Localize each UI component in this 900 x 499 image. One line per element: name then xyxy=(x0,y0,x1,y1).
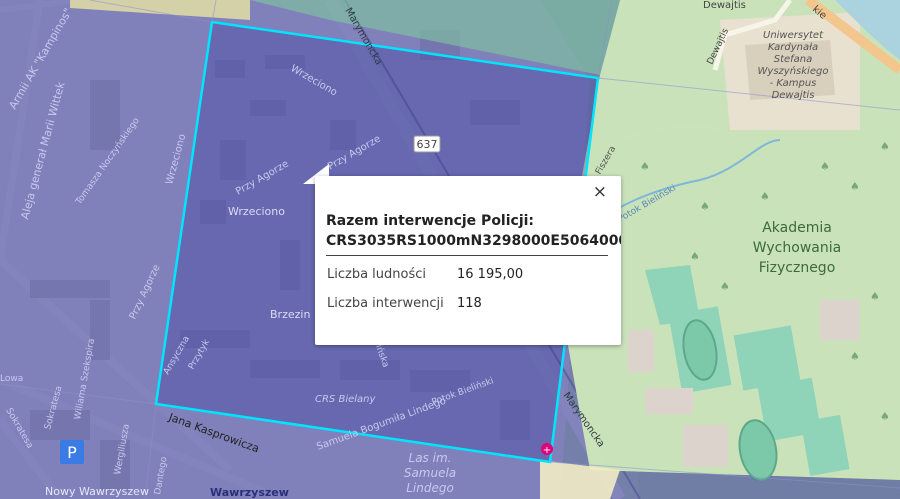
svg-text:♠: ♠ xyxy=(820,160,830,173)
label-las-1: Las im. xyxy=(409,451,452,465)
popup-divider xyxy=(326,255,608,256)
svg-text:♠: ♠ xyxy=(850,350,860,363)
popup-title-line1: Razem interwencje Policji: xyxy=(326,213,535,229)
svg-text:♠: ♠ xyxy=(760,190,770,203)
label-univ-3: Stefana xyxy=(774,54,813,65)
label-las-3: Lindego xyxy=(406,481,454,495)
popup-row-label: Liczba interwencji xyxy=(327,296,444,311)
label-brzezin: Brzezin xyxy=(270,308,310,321)
popup-row-value: 118 xyxy=(457,296,482,311)
hospital-marker-cross: + xyxy=(543,445,551,456)
close-icon[interactable]: × xyxy=(593,182,607,202)
label-awf-2: Wychowania xyxy=(753,240,841,256)
label-las-2: Samuela xyxy=(404,466,456,480)
label-dewajtis-1: Dewajtis xyxy=(703,0,746,11)
label-awf-1: Akademia xyxy=(762,220,832,236)
label-lowa: Lowa xyxy=(0,374,23,384)
popup-title: Razem interwencje Policji: CRS3035RS1000… xyxy=(326,211,621,251)
svg-text:♠: ♠ xyxy=(700,200,710,213)
popup-title-line2: CRS3035RS1000mN3298000E5064000 xyxy=(326,233,621,249)
route-637-label: 637 xyxy=(417,138,438,151)
svg-text:♠: ♠ xyxy=(870,290,880,303)
label-univ-1: Uniwersytet xyxy=(763,30,824,41)
parking-label: P xyxy=(67,443,77,462)
popup-row-population: Liczba ludności 16 195,00 xyxy=(327,267,523,282)
svg-text:♠: ♠ xyxy=(850,180,860,193)
label-wrzeciono-center: Wrzeciono xyxy=(228,205,285,218)
svg-text:♠: ♠ xyxy=(880,140,890,153)
label-univ-5: - Kampus xyxy=(770,78,817,89)
label-crs-bielany: CRS Bielany xyxy=(315,394,376,405)
label-univ-6: Dewajtis xyxy=(772,90,815,101)
label-univ-4: Wyszyńskiego xyxy=(758,65,829,77)
popup-row-value: 16 195,00 xyxy=(457,267,524,282)
popup-row-label: Liczba ludności xyxy=(327,267,427,282)
label-univ-2: Kardynała xyxy=(768,42,818,53)
svg-text:♠: ♠ xyxy=(880,410,890,423)
svg-text:♠: ♠ xyxy=(640,160,650,173)
feature-info-popup: × Razem interwencje Policji: CRS3035RS10… xyxy=(315,176,621,345)
svg-text:♠: ♠ xyxy=(720,280,730,293)
svg-text:♠: ♠ xyxy=(690,250,700,263)
label-wawrzyszew: Wawrzyszew xyxy=(210,486,289,499)
label-awf-3: Fizycznego xyxy=(759,260,836,276)
popup-row-interventions: Liczba interwencji 118 xyxy=(327,296,482,311)
label-nowy-wawrzyszew: Nowy Wawrzyszew xyxy=(45,485,149,498)
